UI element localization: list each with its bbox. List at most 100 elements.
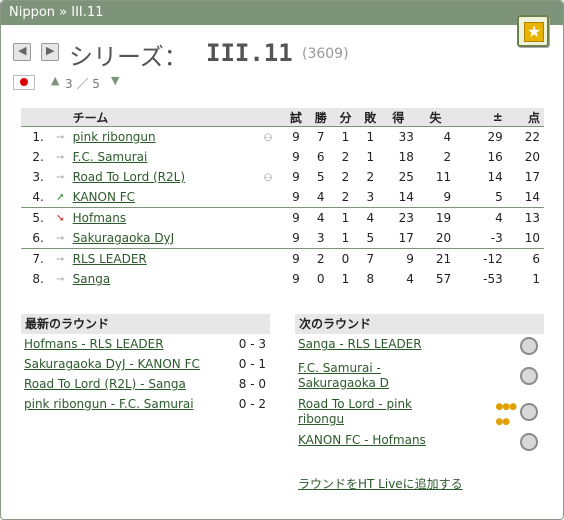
previous-series-button[interactable]: ◀ [13, 43, 31, 61]
goals-against: 21 [419, 248, 458, 269]
goals-for: 23 [382, 207, 420, 228]
next-match-link[interactable]: Road To Lord - pink ribongu [298, 397, 412, 427]
team-link[interactable]: Sakuragaoka DyJ [73, 231, 175, 245]
trend-same-icon: ➙ [56, 232, 65, 244]
latest-match-row: pink ribongun - F.C. Samurai 0 - 2 [21, 394, 270, 414]
latest-match-row: Sakuragaoka DyJ - KANON FC 0 - 1 [21, 354, 270, 374]
won: 3 [316, 231, 325, 245]
team-link[interactable]: RLS LEADER [73, 252, 147, 266]
trend-same-icon: ➙ [56, 151, 65, 163]
goals-against: 9 [443, 190, 452, 204]
next-match-row: F.C. Samurai - Sakuragaoka D [295, 358, 544, 394]
played: 9 [283, 207, 309, 228]
next-match-row: Sanga - RLS LEADER [295, 334, 544, 358]
goals-against: 4 [419, 126, 458, 147]
team-link[interactable]: Road To Lord (R2L) [73, 170, 185, 184]
next-match-link[interactable]: KANON FC - Hofmans [298, 430, 426, 450]
team-link[interactable]: F.C. Samurai [73, 150, 148, 164]
trend-same-icon: ➙ [47, 126, 73, 147]
latest-match-link[interactable]: Sakuragaoka DyJ - KANON FC [24, 354, 200, 374]
won: 5 [316, 170, 325, 184]
chevron-left-icon: ◀ [18, 44, 27, 57]
header-points: 点 [508, 108, 544, 127]
add-to-ht-live-link[interactable]: ラウンドをHT Liveに追加する [298, 475, 463, 492]
match-score: 8 - 0 [238, 377, 266, 391]
header-won: 勝 [308, 108, 334, 127]
match-score: 0 - 1 [238, 357, 266, 371]
table-row: 2. ➙ F.C. Samurai 9 6 2 1 18 2 16 20 [21, 147, 544, 167]
goal-diff: 5 [495, 190, 503, 204]
series-level: 3 ／ 5 [65, 77, 100, 91]
lost: 1 [366, 150, 375, 164]
table-row: 4. ➚ KANON FC 9 4 2 3 14 9 5 14 [21, 187, 544, 208]
next-match-row: Road To Lord - pink ribongu ●●● ●● [295, 394, 544, 430]
ht-live-icon[interactable] [520, 367, 538, 385]
position: 1. [21, 126, 48, 147]
supporter-dots-icon: ●●● ●● [495, 402, 517, 427]
series-label: シリーズ： [69, 43, 188, 71]
team-link[interactable]: pink ribongun [73, 130, 156, 144]
goals-for: 4 [406, 272, 414, 286]
position: 6. [32, 231, 44, 245]
team-link[interactable]: Hofmans [73, 211, 127, 225]
goals-against: 19 [419, 207, 458, 228]
goal-diff: 16 [487, 150, 503, 164]
table-row: 6. ➙ Sakuragaoka DyJ 9 3 1 5 17 20 -3 10 [21, 228, 544, 249]
played: 9 [292, 150, 300, 164]
points: 22 [508, 126, 544, 147]
level-up-icon[interactable]: ▲ [51, 74, 59, 87]
league-panel: Nippon » III.11 ★ ◀ ▶ シリーズ： III.11 (3609… [0, 0, 564, 520]
latest-round-box: 最新のラウンド Hofmans - RLS LEADER 0 - 3 Sakurag… [21, 314, 270, 414]
supporter-icon: ⚇ [263, 172, 273, 184]
played: 9 [292, 231, 300, 245]
latest-match-link[interactable]: Road To Lord (R2L) - Sanga [24, 374, 186, 394]
draw: 1 [333, 207, 358, 228]
next-match-link[interactable]: F.C. Samurai - Sakuragaoka D [298, 361, 389, 391]
next-match-link[interactable]: Sanga - RLS LEADER [298, 334, 422, 354]
chevron-right-icon: ▶ [46, 44, 55, 57]
next-round-box: 次のラウンド Sanga - RLS LEADER F.C. Samurai -… [295, 314, 544, 452]
draw: 1 [333, 126, 358, 147]
points: 6 [508, 248, 544, 269]
latest-match-link[interactable]: Hofmans - RLS LEADER [24, 334, 164, 354]
table-row: 5. ➘ Hofmans 9 4 1 4 23 19 4 13 [21, 207, 544, 228]
position: 2. [32, 150, 44, 164]
team-link[interactable]: KANON FC [73, 190, 135, 204]
header-lost: 敗 [357, 108, 383, 127]
latest-round-title: 最新のラウンド [21, 314, 270, 334]
team-link[interactable]: Sanga [73, 272, 111, 286]
ht-live-icon[interactable] [520, 403, 538, 421]
header-draw: 分 [333, 108, 358, 127]
goals-against: 11 [435, 170, 452, 184]
japan-flag-icon[interactable] [13, 75, 35, 90]
table-row: 7. ➙ RLS LEADER 9 2 0 7 9 21 -12 6 [21, 248, 544, 269]
draw: 2 [341, 170, 350, 184]
table-row: 3. ➙ Road To Lord (R2L) ⚇ 9 5 2 2 25 11 14 17 [21, 167, 544, 187]
played: 9 [283, 248, 309, 269]
ht-live-icon[interactable] [520, 337, 538, 355]
goal-diff: 14 [487, 170, 503, 184]
points: 1 [532, 272, 540, 286]
breadcrumb[interactable]: Nippon » III.11 [9, 5, 103, 20]
won: 2 [308, 248, 334, 269]
won: 4 [316, 190, 325, 204]
lost: 1 [357, 126, 383, 147]
ht-live-icon[interactable] [520, 433, 538, 451]
match-score: 0 - 2 [238, 397, 266, 411]
goals-for: 18 [398, 150, 414, 164]
next-series-button[interactable]: ▶ [41, 43, 59, 61]
trend-down-icon: ➘ [47, 207, 73, 228]
favorite-star-button[interactable]: ★ [517, 15, 549, 47]
level-down-icon[interactable]: ▼ [111, 74, 119, 87]
played: 9 [292, 190, 300, 204]
goals-for: 9 [382, 248, 420, 269]
goal-diff: -3 [490, 231, 503, 245]
latest-match-link[interactable]: pink ribongun - F.C. Samurai [24, 394, 194, 414]
position: 5. [21, 207, 48, 228]
draw: 2 [341, 190, 350, 204]
goals-against: 57 [435, 272, 452, 286]
trend-up-icon: ➚ [56, 191, 65, 203]
table-row: 8. ➙ Sanga 9 0 1 8 4 57 -53 1 [21, 269, 544, 289]
position: 7. [21, 248, 48, 269]
header-played: 試 [283, 108, 309, 127]
